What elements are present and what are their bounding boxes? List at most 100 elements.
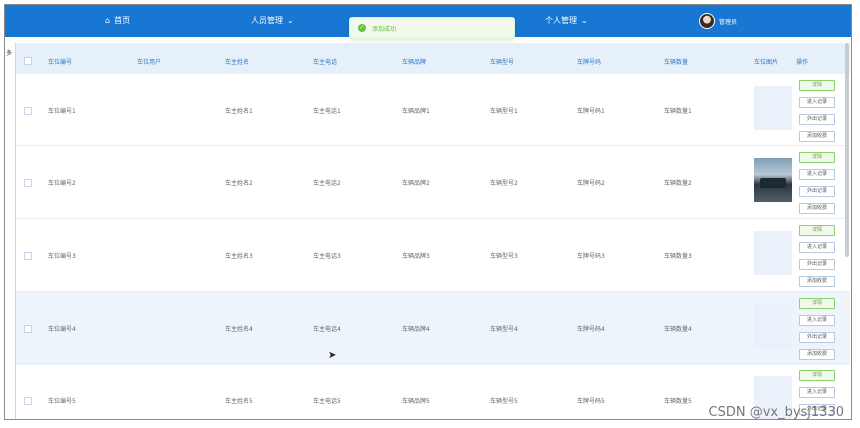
app-window: ⌂ 首页 👤 人员管理 ⌄ 个人管理 ⌄ 管理员 ✓ 添加成功 多 车位编号 车… xyxy=(4,4,852,420)
cell-brand: 车辆品牌3 xyxy=(402,253,430,260)
toast-message: 添加成功 xyxy=(372,25,397,33)
select-all-checkbox[interactable] xyxy=(24,57,32,65)
table-row: 车位编号1 车主姓名1 车主电话1 车辆品牌1 车辆型号1 车牌号码1 车辆数量1 详情 进入记… xyxy=(16,73,850,147)
nav-home-label: 首页 xyxy=(114,16,131,25)
cell-code: 车位编号5 xyxy=(48,398,76,405)
side-marker: 多 xyxy=(6,50,13,57)
parking-table: 车位编号 车位用户 车主姓名 车主电话 车辆品牌 车辆型号 车牌号码 车辆数量 … xyxy=(15,43,850,419)
cell-model: 车辆型号3 xyxy=(490,253,518,260)
row-checkbox[interactable] xyxy=(24,107,32,115)
col-owner: 车主姓名 xyxy=(225,59,250,66)
exit-record-button[interactable]: 外出记录 xyxy=(799,332,835,343)
row-checkbox[interactable] xyxy=(24,397,32,405)
col-code: 车位编号 xyxy=(48,59,73,66)
parking-image xyxy=(754,231,792,275)
cell-count: 车辆数量4 xyxy=(664,326,692,333)
avatar xyxy=(699,13,715,29)
col-actions: 操作 xyxy=(796,59,809,66)
success-toast: ✓ 添加成功 xyxy=(349,17,515,39)
cell-owner: 车主姓名3 xyxy=(225,253,253,260)
col-model: 车辆型号 xyxy=(490,59,515,66)
cell-plate: 车牌号码4 xyxy=(577,326,605,333)
cell-brand: 车辆品牌5 xyxy=(402,398,430,405)
cell-brand: 车辆品牌2 xyxy=(402,180,430,187)
cell-plate: 车牌号码2 xyxy=(577,180,605,187)
add-fee-button[interactable]: 添加收费 xyxy=(799,203,835,214)
cell-plate: 车牌号码5 xyxy=(577,398,605,405)
cell-count: 车辆数量1 xyxy=(664,108,692,115)
nav-user-label: 管理员 xyxy=(719,18,738,26)
entry-record-button[interactable]: 进入记录 xyxy=(799,169,835,180)
col-count: 车辆数量 xyxy=(664,59,689,66)
detail-button[interactable]: 详情 xyxy=(799,80,835,91)
cell-model: 车辆型号4 xyxy=(490,326,518,333)
check-circle-icon: ✓ xyxy=(358,24,366,32)
cell-code: 车位编号1 xyxy=(48,108,76,115)
table-row: 车位编号3 车主姓名3 车主电话3 车辆品牌3 车辆型号3 车牌号码3 车辆数量3 详情进入记… xyxy=(16,218,850,292)
nav-personal-menu[interactable]: 个人管理 ⌄ xyxy=(545,15,588,26)
nav-people-label: 人员管理 xyxy=(250,16,283,25)
cell-model: 车辆型号5 xyxy=(490,398,518,405)
cell-count: 车辆数量5 xyxy=(664,398,692,405)
cell-plate: 车牌号码3 xyxy=(577,253,605,260)
row-actions: 详情进入记录外出记录添加收费 xyxy=(798,298,836,360)
row-actions: 详情进入记录外出记录添加收费 xyxy=(798,80,836,142)
user-icon: 👤 xyxy=(237,16,247,25)
add-fee-button[interactable]: 添加收费 xyxy=(799,131,835,142)
watermark: CSDN @vx_bysj1330 xyxy=(708,405,845,420)
row-checkbox[interactable] xyxy=(24,325,32,333)
cell-code: 车位编号3 xyxy=(48,253,76,260)
cell-brand: 车辆品牌4 xyxy=(402,326,430,333)
entry-record-button[interactable]: 进入记录 xyxy=(799,315,835,326)
cell-phone: 车主电话2 xyxy=(313,180,341,187)
cell-owner: 车主姓名1 xyxy=(225,108,253,115)
table-row: 车位编号4 车主姓名4 车主电话4 车辆品牌4 车辆型号4 车牌号码4 车辆数量4 详情进入记… xyxy=(16,291,850,365)
row-checkbox[interactable] xyxy=(24,179,32,187)
home-icon: ⌂ xyxy=(105,16,111,25)
cell-phone: 车主电话1 xyxy=(313,108,341,115)
cell-model: 车辆型号1 xyxy=(490,108,518,115)
cell-count: 车辆数量3 xyxy=(664,253,692,260)
cell-owner: 车主姓名4 xyxy=(225,326,253,333)
entry-record-button[interactable]: 进入记录 xyxy=(799,242,835,253)
parking-image xyxy=(754,304,792,348)
cell-phone: 车主电话4 xyxy=(313,326,341,333)
cell-brand: 车辆品牌1 xyxy=(402,108,430,115)
exit-record-button[interactable]: 外出记录 xyxy=(799,186,835,197)
cell-phone: 车主电话5 xyxy=(313,398,341,405)
mouse-cursor-icon: ➤ xyxy=(328,350,337,361)
cell-count: 车辆数量2 xyxy=(664,180,692,187)
cell-code: 车位编号2 xyxy=(48,180,76,187)
detail-button[interactable]: 详情 xyxy=(799,225,835,236)
cell-phone: 车主电话3 xyxy=(313,253,341,260)
col-phone: 车主电话 xyxy=(313,59,338,66)
chevron-down-icon: ⌄ xyxy=(286,16,294,25)
detail-button[interactable]: 详情 xyxy=(799,298,835,309)
vertical-scrollbar[interactable] xyxy=(845,43,849,257)
nav-personal-label: 个人管理 xyxy=(545,16,577,25)
exit-record-button[interactable]: 外出记录 xyxy=(799,114,835,125)
table-header: 车位编号 车位用户 车主姓名 车主电话 车辆品牌 车辆型号 车牌号码 车辆数量 … xyxy=(16,43,850,73)
col-brand: 车辆品牌 xyxy=(402,59,427,66)
entry-record-button[interactable]: 进入记录 xyxy=(799,387,835,398)
col-user: 车位用户 xyxy=(137,59,162,66)
row-checkbox[interactable] xyxy=(24,252,32,260)
add-fee-button[interactable]: 添加收费 xyxy=(799,349,835,360)
cell-code: 车位编号4 xyxy=(48,326,76,333)
entry-record-button[interactable]: 进入记录 xyxy=(799,97,835,108)
detail-button[interactable]: 详情 xyxy=(799,370,835,381)
nav-people-menu[interactable]: 👤 人员管理 ⌄ xyxy=(237,15,294,26)
row-actions: 详情进入记录外出记录添加收费 xyxy=(798,225,836,287)
row-actions: 详情进入记录外出记录添加收费 xyxy=(798,152,836,214)
parking-image xyxy=(754,158,792,202)
table-row: 车位编号2 车主姓名2 车主电话2 车辆品牌2 车辆型号2 车牌号码2 车辆数量2 详情 进入记… xyxy=(16,145,850,219)
col-image: 车位图片 xyxy=(754,59,779,66)
nav-user[interactable]: 管理员 xyxy=(699,13,737,29)
nav-home[interactable]: ⌂ 首页 xyxy=(105,15,130,26)
detail-button[interactable]: 详情 xyxy=(799,152,835,163)
cell-owner: 车主姓名5 xyxy=(225,398,253,405)
exit-record-button[interactable]: 外出记录 xyxy=(799,259,835,270)
parking-image xyxy=(754,86,792,130)
add-fee-button[interactable]: 添加收费 xyxy=(799,276,835,287)
chevron-down-icon: ⌄ xyxy=(581,16,588,25)
